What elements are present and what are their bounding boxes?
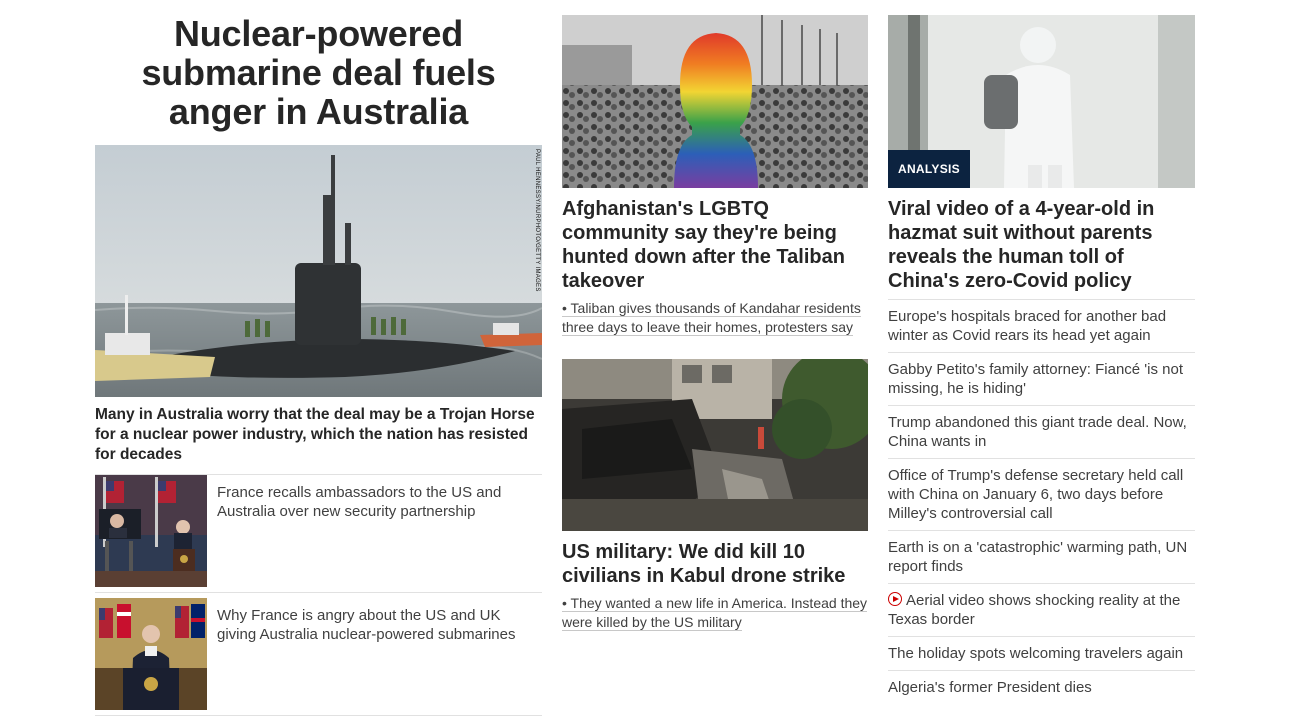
lgbtq-photo[interactable] xyxy=(562,15,868,188)
list-item[interactable]: Europe's hospitals braced for another ba… xyxy=(888,300,1195,353)
hazmat-video-photo[interactable]: ANALYSIS xyxy=(888,15,1195,188)
lead-headline[interactable]: Nuclear-powered submarine deal fuels ang… xyxy=(95,14,542,131)
story-bullet-text[interactable]: • Taliban gives thousands of Kandahar re… xyxy=(562,300,861,336)
story-bullet-text[interactable]: • They wanted a new life in America. Ins… xyxy=(562,595,868,631)
story-headline[interactable]: Afghanistan's LGBTQ community say they'r… xyxy=(562,197,868,293)
related-stories: France recalls ambassadors to the US and… xyxy=(95,475,542,716)
list-item[interactable]: The holiday spots welcoming travelers ag… xyxy=(888,637,1195,671)
story-headline[interactable]: US military: We did kill 10 civilians in… xyxy=(562,540,868,588)
right-column: ANALYSIS Viral video of a 4-year-old in … xyxy=(888,0,1195,704)
list-item-text[interactable]: Europe's hospitals braced for another ba… xyxy=(888,308,1166,344)
story-headline[interactable]: Viral video of a 4-year-old in hazmat su… xyxy=(888,197,1195,300)
photo-credit: PAUL HENNESSY/NURPHOTO/GETTY IMAGES xyxy=(534,149,540,292)
story-bullet-link[interactable]: • They wanted a new life in America. Ins… xyxy=(562,594,868,632)
list-item[interactable]: Aerial video shows shocking reality at t… xyxy=(888,584,1195,637)
list-item[interactable]: Algeria's former President dies xyxy=(888,671,1195,704)
list-item[interactable]: Gabby Petito's family attorney: Fiancé '… xyxy=(888,353,1195,406)
drone-strike-photo[interactable] xyxy=(562,359,868,531)
list-item-text[interactable]: Gabby Petito's family attorney: Fiancé '… xyxy=(888,361,1183,397)
headline-list: Europe's hospitals braced for another ba… xyxy=(888,300,1195,704)
list-item-text[interactable]: The holiday spots welcoming travelers ag… xyxy=(888,645,1183,662)
related-story[interactable]: Why France is angry about the US and UK … xyxy=(95,598,542,716)
related-story-headline[interactable]: France recalls ambassadors to the US and… xyxy=(217,475,542,587)
submarine-photo[interactable]: PAUL HENNESSY/NURPHOTO/GETTY IMAGES xyxy=(95,145,542,397)
analysis-badge: ANALYSIS xyxy=(888,150,970,188)
lead-column: Nuclear-powered submarine deal fuels ang… xyxy=(95,0,542,716)
list-item-text[interactable]: Algeria's former President dies xyxy=(888,679,1092,696)
list-item-text[interactable]: Earth is on a 'catastrophic' warming pat… xyxy=(888,539,1187,575)
story-bullet-link[interactable]: • Taliban gives thousands of Kandahar re… xyxy=(562,299,868,337)
list-item-text[interactable]: Trump abandoned this giant trade deal. N… xyxy=(888,414,1187,450)
related-story[interactable]: France recalls ambassadors to the US and… xyxy=(95,475,542,593)
list-item-text[interactable]: Office of Trump's defense secretary held… xyxy=(888,467,1183,522)
middle-column: Afghanistan's LGBTQ community say they'r… xyxy=(562,0,868,632)
list-item[interactable]: Office of Trump's defense secretary held… xyxy=(888,459,1195,531)
lead-caption[interactable]: Many in Australia worry that the deal ma… xyxy=(95,405,542,475)
list-item[interactable]: Earth is on a 'catastrophic' warming pat… xyxy=(888,531,1195,584)
related-thumbnail[interactable] xyxy=(95,475,207,587)
related-thumbnail[interactable] xyxy=(95,598,207,710)
related-story-headline[interactable]: Why France is angry about the US and UK … xyxy=(217,598,542,710)
list-item-text[interactable]: Aerial video shows shocking reality at t… xyxy=(888,592,1180,628)
list-item[interactable]: Trump abandoned this giant trade deal. N… xyxy=(888,406,1195,459)
video-play-icon xyxy=(888,592,902,606)
